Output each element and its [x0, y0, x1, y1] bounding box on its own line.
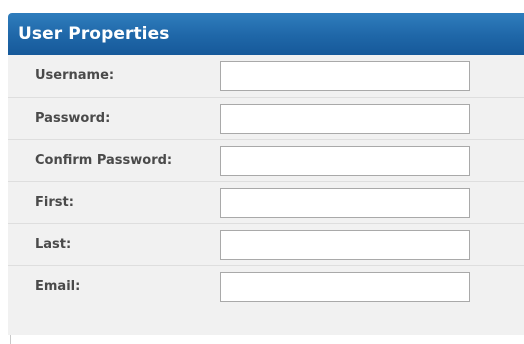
username-input[interactable] [220, 61, 470, 91]
first-name-input[interactable] [220, 188, 470, 218]
form-row-last: Last: [8, 223, 524, 265]
form-row-password: Password: [8, 97, 524, 139]
password-input[interactable] [220, 104, 470, 134]
first-name-label: First: [35, 195, 74, 210]
form-row-username: Username: [8, 55, 524, 97]
form-row-email: Email: [8, 265, 524, 307]
confirm-password-input[interactable] [220, 146, 470, 176]
username-label: Username: [35, 68, 115, 83]
user-properties-form: Username: Password: Confirm Password: Fi… [8, 55, 524, 335]
form-row-confirm-password: Confirm Password: [8, 139, 524, 181]
form-row-first: First: [8, 181, 524, 223]
email-label: Email: [35, 279, 81, 294]
last-name-input[interactable] [220, 230, 470, 260]
password-label: Password: [35, 111, 111, 126]
last-name-label: Last: [35, 237, 72, 252]
email-input[interactable] [220, 272, 470, 302]
panel-title: User Properties [18, 24, 170, 44]
confirm-password-label: Confirm Password: [35, 153, 173, 168]
panel-header: User Properties [8, 13, 524, 55]
